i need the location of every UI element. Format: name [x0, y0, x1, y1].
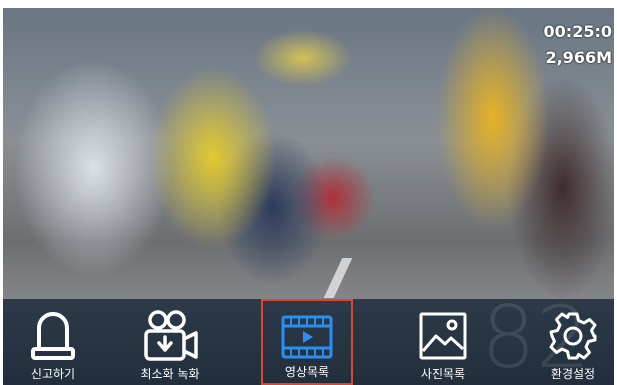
picture-icon: [419, 312, 467, 360]
camera-preview: 00:25:0 2,966M 82 신고하기 최소화 녹화 영상목록 사진목록 …: [3, 8, 614, 385]
siren-icon: [31, 312, 75, 360]
menu-item-settings[interactable]: 환경설정: [533, 299, 613, 385]
menu-item-minimized-recording[interactable]: 최소화 녹화: [115, 299, 225, 385]
menu-item-video-list[interactable]: 영상목록: [261, 299, 353, 385]
storage-size: 2,966M: [545, 48, 612, 67]
menu-item-report[interactable]: 신고하기: [3, 299, 103, 385]
menu-item-label: 신고하기: [30, 367, 76, 381]
menu-item-label: 최소화 녹화: [140, 367, 200, 381]
menu-item-label: 사진목록: [420, 367, 466, 381]
gear-icon: [549, 312, 597, 360]
recording-time: 00:25:0: [543, 22, 612, 41]
film-strip-icon: [281, 315, 333, 359]
video-camera-record-icon: [144, 310, 198, 361]
menu-item-label: 환경설정: [550, 367, 596, 381]
menu-item-photo-list[interactable]: 사진목록: [398, 299, 488, 385]
road-lane-marking: [323, 258, 353, 298]
menu-item-label: 영상목록: [284, 365, 330, 379]
